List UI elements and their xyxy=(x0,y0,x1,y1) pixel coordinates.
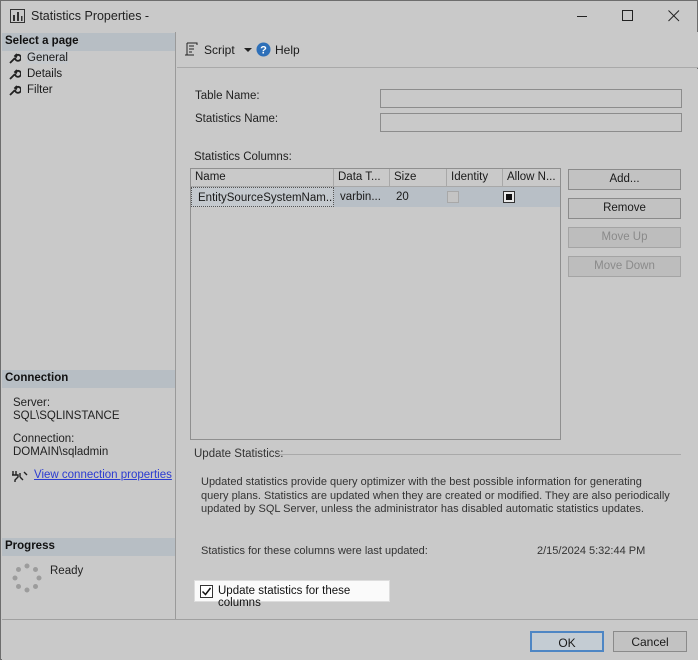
update-statistics-description: Updated statistics provide query optimiz… xyxy=(201,476,670,515)
cell-identity[interactable] xyxy=(447,187,503,207)
last-updated-label: Statistics for these columns were last u… xyxy=(201,545,428,557)
window-title: Statistics Properties - xyxy=(31,9,150,23)
column-header-size[interactable]: Size xyxy=(390,169,447,187)
update-statistics-label: Update Statistics: xyxy=(194,448,284,460)
column-header-data-type[interactable]: Data T... xyxy=(334,169,390,187)
progress-header: Progress xyxy=(2,538,175,556)
dialog-button-bar: OK Cancel xyxy=(2,619,698,660)
cell-size[interactable]: 20 xyxy=(390,187,447,207)
add-button[interactable]: Add... xyxy=(568,169,681,190)
server-value: SQL\SQLINSTANCE xyxy=(13,410,120,422)
statistics-columns-label: Statistics Columns: xyxy=(194,151,292,163)
page-details-label: Details xyxy=(27,68,63,80)
minimize-icon xyxy=(577,16,587,17)
progress-status: Ready xyxy=(50,565,84,577)
table-name-field[interactable] xyxy=(380,89,682,108)
page-general-label: General xyxy=(27,52,68,64)
progress-spinner-icon xyxy=(12,563,42,593)
server-label: Server: xyxy=(13,397,51,409)
cell-name[interactable]: EntitySourceSystemNam... xyxy=(191,187,334,207)
help-button[interactable]: ? Help xyxy=(256,41,306,59)
remove-button[interactable]: Remove xyxy=(568,198,681,219)
grid-header: Name Data T... Size Identity Allow N... xyxy=(191,169,560,187)
page-general[interactable]: General xyxy=(8,51,168,67)
maximize-icon xyxy=(622,10,633,21)
table-name-label: Table Name: xyxy=(195,90,260,102)
cell-data-type[interactable]: varbin... xyxy=(334,187,390,207)
column-header-allow-nulls[interactable]: Allow N... xyxy=(503,169,560,187)
general-page: Table Name: Statistics Name: Statistics … xyxy=(177,69,698,619)
connection-plug-icon xyxy=(12,471,28,482)
cancel-button[interactable]: Cancel xyxy=(613,631,687,652)
maximize-button[interactable] xyxy=(605,1,651,32)
statistics-name-field[interactable] xyxy=(380,113,682,132)
connection-label: Connection: xyxy=(13,433,75,445)
statistics-name-label: Statistics Name: xyxy=(195,113,279,125)
page-filter-label: Filter xyxy=(27,84,53,96)
minimize-button[interactable] xyxy=(559,1,605,32)
connection-header: Connection xyxy=(2,370,175,388)
identity-checkbox[interactable] xyxy=(447,191,459,203)
script-button[interactable]: Script xyxy=(184,41,256,59)
move-down-button[interactable]: Move Down xyxy=(568,256,681,277)
script-icon xyxy=(185,42,198,56)
group-divider xyxy=(277,454,681,455)
table-row[interactable]: EntitySourceSystemNam... varbin... 20 xyxy=(191,187,560,207)
help-label: Help xyxy=(275,43,300,57)
toolbar: Script ? Help xyxy=(177,32,698,68)
close-icon xyxy=(668,10,680,22)
column-header-name[interactable]: Name xyxy=(191,169,334,187)
checkbox-filled-indicator xyxy=(506,194,512,200)
svg-text:?: ? xyxy=(260,45,267,57)
connection-value: DOMAIN\sqladmin xyxy=(13,446,109,458)
page-details[interactable]: Details xyxy=(8,67,168,83)
help-icon: ? xyxy=(256,42,271,57)
last-updated-value: 2/15/2024 5:32:44 PM xyxy=(537,545,646,557)
move-up-button[interactable]: Move Up xyxy=(568,227,681,248)
wrench-icon xyxy=(9,85,21,96)
wrench-icon xyxy=(9,53,21,64)
allow-nulls-checkbox[interactable] xyxy=(503,191,515,203)
update-statistics-checkbox[interactable] xyxy=(200,585,213,598)
chevron-down-icon[interactable] xyxy=(244,48,252,53)
column-header-identity[interactable]: Identity xyxy=(447,169,503,187)
left-pane: Select a page General Details Filter Con… xyxy=(2,32,176,619)
select-page-header: Select a page xyxy=(2,33,175,51)
view-connection-properties-link[interactable]: View connection properties xyxy=(34,469,172,481)
title-bar: Statistics Properties - xyxy=(1,1,697,32)
update-statistics-checkbox-label: Update statistics for these columns xyxy=(218,585,351,609)
statistics-columns-grid[interactable]: Name Data T... Size Identity Allow N... … xyxy=(190,168,561,440)
checkmark-icon xyxy=(201,587,212,596)
statistics-app-icon xyxy=(10,9,25,23)
page-filter[interactable]: Filter xyxy=(8,83,168,99)
ok-button[interactable]: OK xyxy=(530,631,604,652)
script-label: Script xyxy=(204,43,235,57)
wrench-icon xyxy=(9,69,21,80)
statistics-properties-window: Statistics Properties - Select a page Ge… xyxy=(0,0,698,660)
close-button[interactable] xyxy=(651,1,697,32)
update-statistics-checkbox-row[interactable]: Update statistics for these columns xyxy=(194,580,390,609)
cell-allow-nulls[interactable] xyxy=(503,187,560,207)
